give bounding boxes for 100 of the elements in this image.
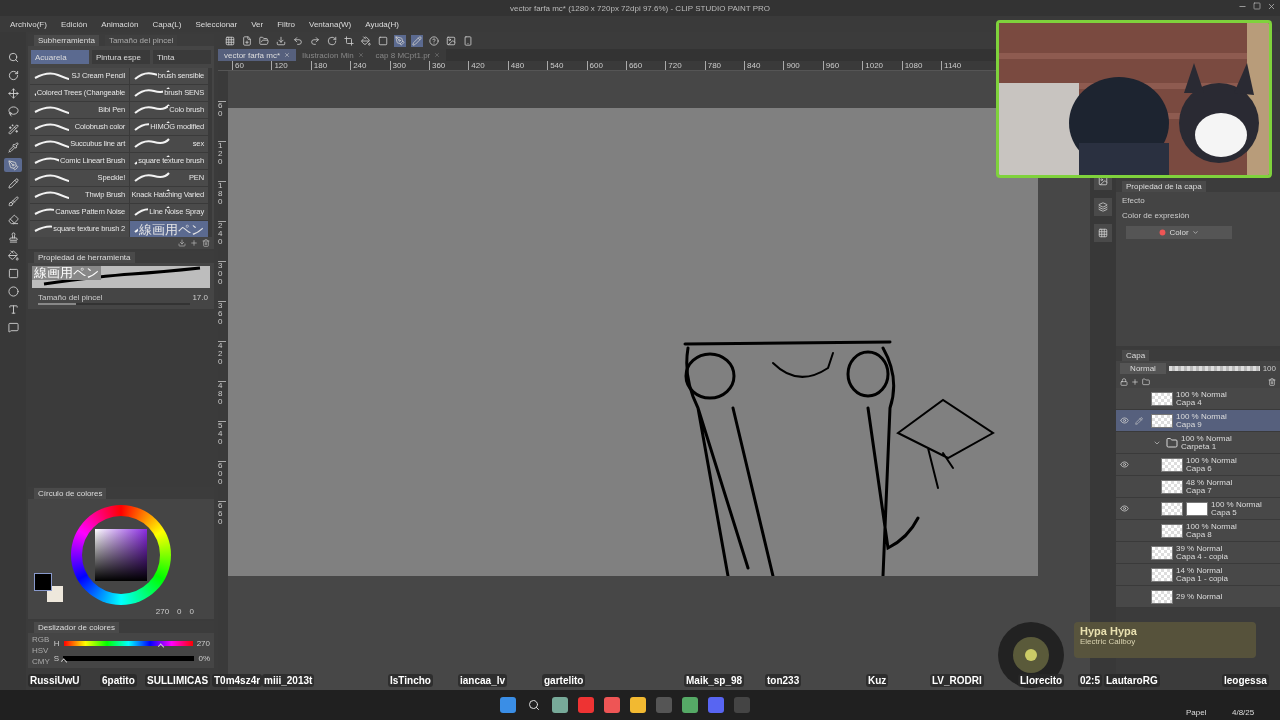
viewer-name: LautaroRG [1104, 674, 1160, 687]
square-icon[interactable] [378, 35, 388, 46]
menu-item[interactable]: Ventana(W) [309, 19, 352, 29]
viewer-name: ton233 [765, 674, 802, 687]
color-mode-tab[interactable]: HSV [32, 646, 50, 655]
ruler-label: 180 [218, 181, 226, 221]
maximize-icon[interactable] [1253, 2, 1261, 10]
paint-bucket-icon[interactable] [361, 35, 371, 46]
brush-group-tab[interactable]: Acuarela [31, 50, 89, 64]
color-mode-tab[interactable]: CMY [32, 657, 50, 666]
color-swatches[interactable] [34, 573, 64, 603]
opacity-slider[interactable] [1169, 366, 1260, 371]
download-icon[interactable] [276, 35, 286, 46]
grid-icon[interactable] [225, 35, 235, 46]
layer-name: Capa 6 [1186, 464, 1213, 473]
layer-row[interactable]: 100 % Normal Capa 4 [1116, 388, 1280, 410]
paint-bucket-icon[interactable] [7, 249, 19, 261]
menu-item[interactable]: Animación [101, 19, 139, 29]
layer-row[interactable]: 14 % Normal Capa 1 - copia [1116, 564, 1280, 586]
menu-item[interactable]: Ver [251, 19, 264, 29]
menu-item[interactable]: Edición [60, 19, 88, 29]
layer-row[interactable]: 100 % Normal Capa 6 [1116, 454, 1280, 476]
new-file-icon[interactable] [242, 35, 252, 46]
layer-row[interactable]: 100 % Normal Capa 8 [1116, 520, 1280, 542]
search-icon[interactable] [7, 51, 19, 63]
opacity-value[interactable]: 100 [1262, 364, 1276, 373]
panel-tab[interactable]: Círculo de colores [34, 487, 107, 499]
ruler-label: 180 [310, 61, 351, 70]
brush-group-tab[interactable]: Pintura espe [92, 50, 150, 64]
panel-tab[interactable]: Deslizador de colores [34, 621, 119, 633]
circle-icon[interactable] [7, 285, 19, 297]
add-icon[interactable] [1131, 378, 1139, 386]
eye-icon[interactable] [1119, 416, 1129, 425]
open-folder-icon[interactable] [259, 35, 269, 46]
layer-thumbnail [1161, 501, 1183, 516]
blend-mode-dropdown[interactable]: Normal [1120, 363, 1166, 374]
undo-icon[interactable] [293, 35, 303, 46]
layers-icon[interactable] [1098, 202, 1108, 212]
move-icon[interactable] [7, 87, 19, 99]
add-icon[interactable] [190, 239, 198, 247]
trash-icon[interactable] [202, 239, 210, 247]
ruler-label: 720 [665, 61, 705, 70]
speech-balloon-icon[interactable] [7, 321, 19, 333]
stamp-icon[interactable] [7, 231, 19, 243]
ruler-label: 60 [218, 101, 226, 141]
saturation-square[interactable] [95, 529, 147, 581]
eye-icon[interactable] [1119, 504, 1129, 513]
menu-item[interactable]: Capa(L) [152, 19, 182, 29]
brush-icon[interactable] [7, 195, 19, 207]
mask-thumbnail [1186, 501, 1208, 516]
square-icon[interactable] [7, 267, 19, 279]
layer-row[interactable]: 29 % Normal [1116, 586, 1280, 608]
import-icon[interactable] [178, 239, 186, 247]
grid-icon[interactable] [1098, 228, 1108, 238]
panel-tab[interactable]: Propiedad de la capa [1122, 180, 1206, 192]
color-mode-tab[interactable]: RGB [32, 635, 50, 644]
image-icon[interactable] [1098, 176, 1108, 186]
layer-thumbnail [1151, 545, 1173, 560]
color-slider[interactable] [63, 640, 193, 646]
help-icon[interactable] [429, 35, 439, 46]
close-icon[interactable] [1267, 2, 1276, 11]
image-icon[interactable] [446, 35, 456, 46]
layer-row[interactable]: 48 % Normal Capa 7 [1116, 476, 1280, 498]
panel-tab[interactable]: Subherramienta [34, 34, 99, 46]
menu-item[interactable]: Seleccionar [195, 19, 238, 29]
menu-item[interactable]: Filtro [277, 19, 295, 29]
layer-thumbnail [1161, 479, 1183, 494]
layer-mode: 14 % Normal [1176, 566, 1224, 575]
trash-icon[interactable] [1268, 378, 1276, 386]
layer-row[interactable]: 100 % Normal Carpeta 1 [1116, 432, 1280, 454]
eye-icon[interactable] [1119, 460, 1129, 469]
pen-icon[interactable] [7, 159, 19, 171]
brush-group-tab[interactable]: Tinta [153, 50, 211, 64]
search-icon[interactable] [526, 697, 542, 713]
color-slider[interactable] [63, 655, 195, 661]
size-value[interactable]: 17.0 [192, 293, 208, 302]
phone-icon[interactable] [463, 35, 473, 46]
menu-item[interactable]: Ayuda(H) [365, 19, 399, 29]
eyedropper-icon[interactable] [7, 141, 19, 153]
layer-row[interactable]: 100 % Normal Capa 5 [1116, 498, 1280, 520]
lasso-icon[interactable] [7, 105, 19, 117]
brush-item[interactable]: 線画用ペン [130, 221, 208, 237]
pencil-icon[interactable] [7, 177, 19, 189]
layer-row[interactable]: 100 % Normal Capa 9 [1116, 410, 1280, 432]
crop-icon[interactable] [344, 35, 354, 46]
expression-color-dropdown[interactable]: Color [1126, 226, 1232, 239]
magic-wand-icon[interactable] [7, 123, 19, 135]
pen-icon[interactable] [395, 35, 405, 46]
rotate-icon[interactable] [7, 69, 19, 81]
redo-icon[interactable] [310, 35, 320, 46]
viewer-name: miii_2013t [262, 674, 315, 687]
panel-tab[interactable]: Capa [1122, 349, 1150, 361]
panel-tab[interactable]: Propiedad de herramienta [34, 251, 135, 263]
document-tab[interactable]: vector farfa mc* [218, 49, 296, 61]
eraser-icon[interactable] [7, 213, 19, 225]
layer-row[interactable]: 39 % Normal Capa 4 - copia [1116, 542, 1280, 564]
lock-icon[interactable] [1120, 378, 1128, 386]
menu-item[interactable]: Archivo(F) [10, 19, 47, 29]
text-icon[interactable] [7, 303, 19, 315]
pencil-icon[interactable] [412, 35, 422, 46]
